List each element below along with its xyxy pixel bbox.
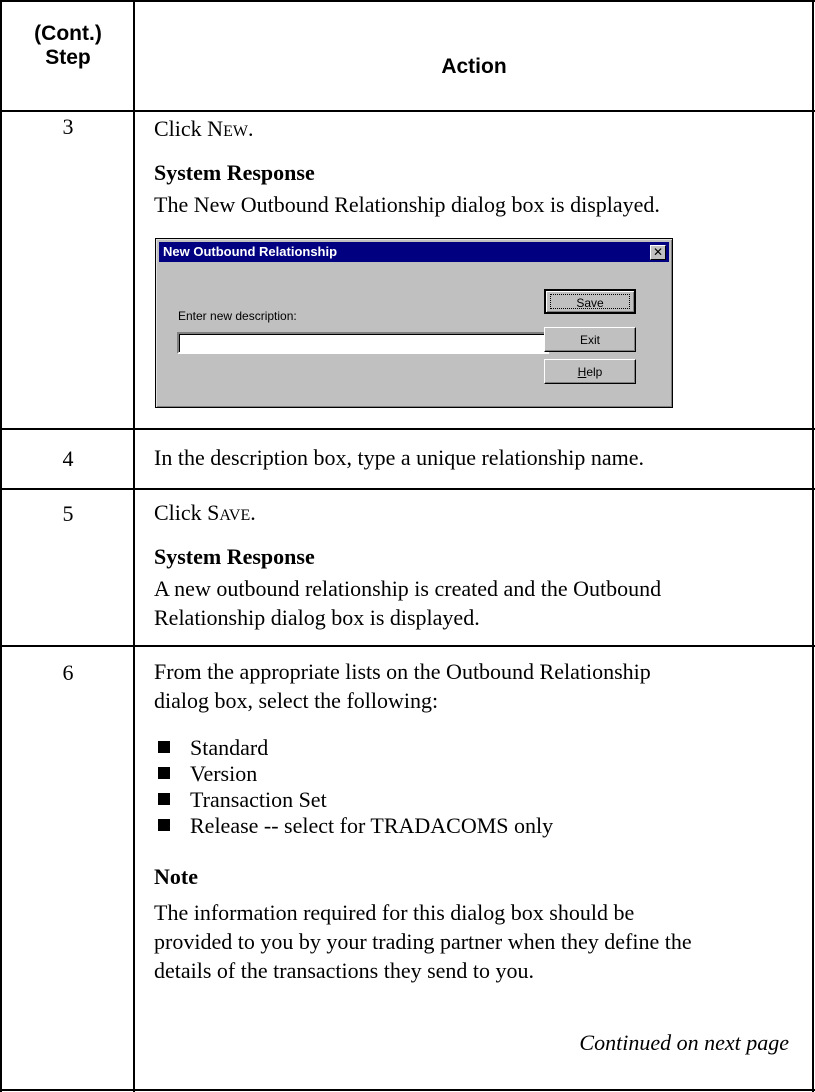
system-response-text: A new outbound relationship is created a…: [154, 576, 662, 601]
selection-list: Standard Version Transaction Set Release…: [154, 735, 794, 839]
dialog-title: New Outbound Relationship: [163, 244, 338, 259]
system-response-heading: System Response: [154, 544, 315, 569]
row-divider: [0, 645, 815, 647]
save-button[interactable]: Save: [544, 289, 636, 314]
procedure-table: (Cont.) Step Action 3 Click NEW. System …: [0, 0, 815, 1092]
close-icon[interactable]: ✕: [650, 245, 666, 260]
ui-term: N: [207, 116, 224, 141]
step-number: 6: [62, 660, 74, 685]
square-bullet-icon: [158, 741, 170, 753]
table-border-left: [0, 0, 2, 1092]
instruction-text: Click: [154, 116, 208, 141]
table-border-top: [0, 0, 815, 2]
step-instruction: Click NEW.: [154, 114, 794, 146]
row-divider: [0, 488, 815, 490]
system-response-text: The New Outbound Relationship dialog box…: [154, 192, 660, 217]
step-number: 4: [62, 446, 74, 471]
ui-term: EW: [223, 123, 248, 140]
note-text: The information required for this dialog…: [154, 900, 635, 925]
description-label: Enter new description:: [178, 309, 297, 323]
list-item-text: Standard: [190, 735, 269, 760]
step-number: 3: [62, 114, 74, 139]
instruction-text: Click: [154, 500, 208, 525]
step-header-line1: (Cont.): [34, 22, 102, 45]
square-bullet-icon: [158, 819, 170, 831]
step-column-header: (Cont.) Step: [2, 22, 134, 70]
note-heading: Note: [154, 864, 198, 889]
list-item-text: Release -- select for TRADACOMS only: [190, 813, 554, 838]
list-item: Standard: [154, 735, 794, 761]
new-outbound-relationship-dialog: New Outbound Relationship ✕ Enter new de…: [155, 238, 673, 408]
instruction-text: .: [247, 116, 254, 141]
step-instruction: dialog box, select the following:: [154, 688, 439, 713]
exit-button[interactable]: Exit: [544, 327, 636, 352]
continued-note: Continued on next page: [579, 1030, 789, 1055]
list-item-text: Version: [190, 761, 258, 786]
system-response-heading: System Response: [154, 160, 315, 185]
step-instruction: From the appropriate lists on the Outbou…: [154, 659, 651, 684]
header-divider: [0, 110, 815, 112]
instruction-text: .: [250, 500, 256, 525]
table-border-right: [812, 0, 814, 1092]
ui-term: S: [207, 500, 220, 525]
table-column-divider: [133, 0, 135, 1092]
list-item-text: Transaction Set: [190, 787, 327, 812]
help-button-label: elp: [586, 365, 603, 379]
list-item: Transaction Set: [154, 787, 794, 813]
note-text: provided to you by your trading partner …: [154, 929, 692, 954]
square-bullet-icon: [158, 793, 170, 805]
description-input[interactable]: [177, 332, 549, 354]
step-instruction: Click SAVE.: [154, 498, 794, 530]
note-text: details of the transactions they send to…: [154, 958, 535, 983]
step-instruction: In the description box, type a unique re…: [154, 445, 644, 470]
help-button[interactable]: Help: [544, 359, 636, 384]
ui-term: AVE: [219, 507, 251, 524]
row-divider: [0, 428, 815, 430]
action-column-header: Action: [441, 55, 507, 78]
square-bullet-icon: [158, 767, 170, 779]
list-item: Release -- select for TRADACOMS only: [154, 813, 794, 839]
list-item: Version: [154, 761, 794, 787]
system-response-text: Relationship dialog box is displayed.: [154, 605, 480, 630]
step-header-line2: Step: [45, 46, 91, 69]
dialog-title-bar: New Outbound Relationship ✕: [159, 242, 669, 262]
step-number: 5: [62, 501, 74, 526]
focus-rectangle: [550, 294, 630, 309]
exit-button-label: Exit: [579, 333, 600, 347]
table-border-bottom: [0, 1089, 815, 1091]
